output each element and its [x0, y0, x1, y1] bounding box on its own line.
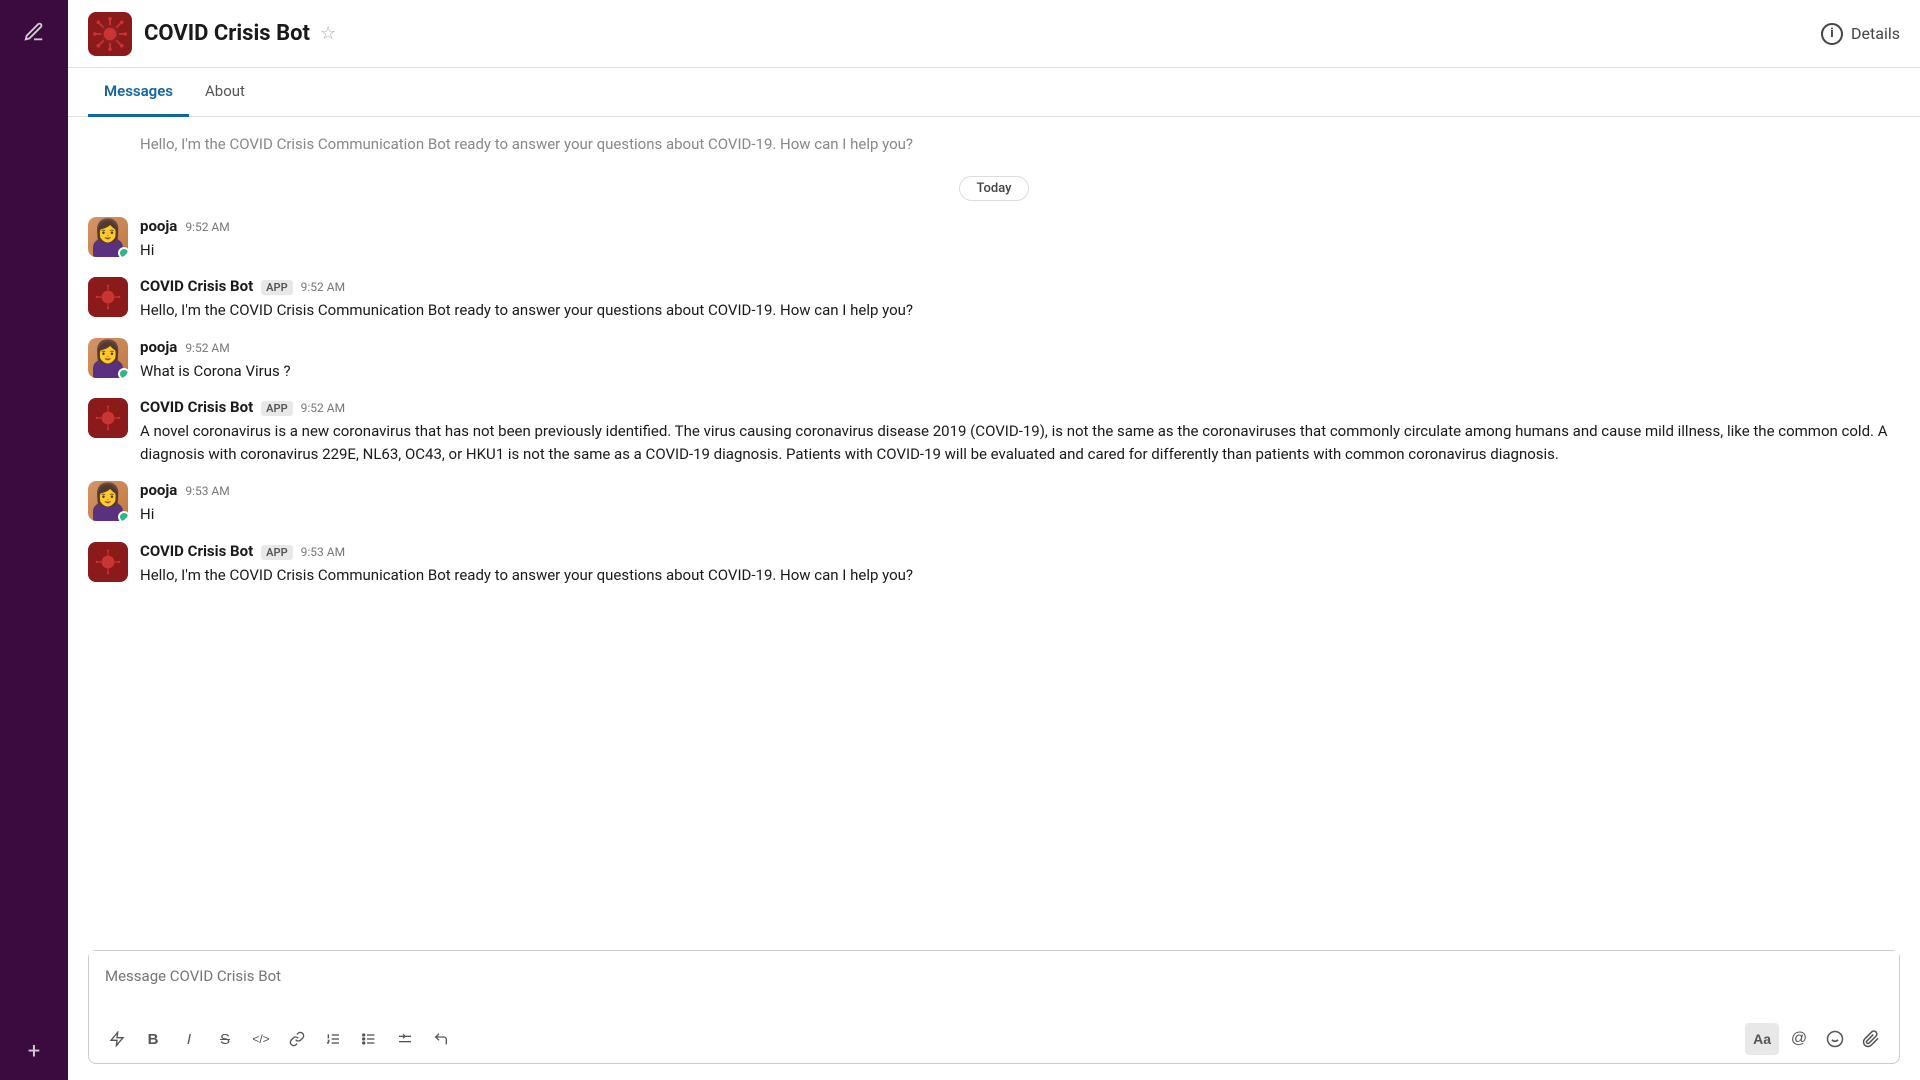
tab-bar: Messages About — [68, 68, 1920, 117]
chat-title: COVID Crisis Bot — [144, 21, 310, 46]
message-time: 9:53 AM — [301, 545, 345, 559]
message-input-area: B I S </> — [88, 950, 1900, 1064]
compose-button[interactable] — [14, 12, 54, 52]
attachment-button[interactable] — [1855, 1023, 1887, 1055]
message-author: COVID Crisis Bot — [140, 398, 253, 416]
message-author: pooja — [140, 217, 177, 235]
message-author: pooja — [140, 481, 177, 499]
tab-messages[interactable]: Messages — [88, 68, 189, 117]
app-badge: APP — [261, 280, 292, 295]
info-icon: i — [1821, 23, 1843, 45]
formatting-toolbar: B I S </> — [89, 1015, 1899, 1063]
indent-button[interactable] — [389, 1023, 421, 1055]
sidebar: + — [0, 0, 68, 1080]
avatar — [88, 481, 128, 521]
lightning-button[interactable] — [101, 1023, 133, 1055]
message-text: Hi — [140, 503, 1900, 526]
message-text: Hello, I'm the COVID Crisis Communicatio… — [140, 564, 1900, 587]
message-time: 9:52 AM — [301, 401, 345, 415]
ordered-list-button[interactable] — [317, 1023, 349, 1055]
message-time: 9:52 AM — [185, 341, 229, 355]
message-group: pooja 9:52 AM What is Corona Virus ? — [88, 338, 1900, 383]
message-time: 9:52 AM — [301, 280, 345, 294]
message-group: COVID Crisis Bot APP 9:53 AM Hello, I'm … — [88, 542, 1900, 587]
message-header: pooja 9:52 AM — [140, 217, 1900, 235]
message-content: pooja 9:52 AM What is Corona Virus ? — [140, 338, 1900, 383]
message-author: COVID Crisis Bot — [140, 542, 253, 560]
message-content: COVID Crisis Bot APP 9:52 AM Hello, I'm … — [140, 277, 1900, 322]
avatar — [88, 338, 128, 378]
tab-about[interactable]: About — [189, 68, 261, 117]
message-group: pooja 9:53 AM Hi — [88, 481, 1900, 526]
message-author: COVID Crisis Bot — [140, 277, 253, 295]
message-input[interactable] — [89, 951, 1899, 1011]
message-header: COVID Crisis Bot APP 9:53 AM — [140, 542, 1900, 560]
bullet-list-button[interactable] — [353, 1023, 385, 1055]
bold-button[interactable]: B — [137, 1023, 169, 1055]
message-group: COVID Crisis Bot APP 9:52 AM Hello, I'm … — [88, 277, 1900, 322]
message-text: What is Corona Virus ? — [140, 360, 1900, 383]
message-content: pooja 9:53 AM Hi — [140, 481, 1900, 526]
message-time: 9:52 AM — [185, 220, 229, 234]
message-header: COVID Crisis Bot APP 9:52 AM — [140, 277, 1900, 295]
date-badge: Today — [959, 176, 1028, 201]
message-header: pooja 9:53 AM — [140, 481, 1900, 499]
date-divider: Today — [88, 176, 1900, 201]
online-status — [118, 511, 128, 521]
message-group: COVID Crisis Bot APP 9:52 AM A novel cor… — [88, 398, 1900, 465]
message-header: COVID Crisis Bot APP 9:52 AM — [140, 398, 1900, 416]
app-badge: APP — [261, 401, 292, 416]
message-content: COVID Crisis Bot APP 9:52 AM A novel cor… — [140, 398, 1900, 465]
message-text: A novel coronavirus is a new coronavirus… — [140, 420, 1900, 465]
bot-avatar — [88, 277, 128, 317]
star-button[interactable]: ☆ — [320, 23, 336, 44]
online-status — [118, 368, 128, 378]
message-author: pooja — [140, 338, 177, 356]
message-text: Hi — [140, 239, 1900, 262]
add-workspace-button[interactable]: + — [28, 1039, 40, 1064]
code-button[interactable]: </> — [245, 1023, 277, 1055]
chat-header: COVID Crisis Bot ☆ i Details — [68, 0, 1920, 68]
faded-top-message: Hello, I'm the COVID Crisis Communicatio… — [88, 133, 1900, 164]
details-button[interactable]: i Details — [1821, 23, 1900, 45]
messages-area[interactable]: Hello, I'm the COVID Crisis Communicatio… — [68, 117, 1920, 942]
mention-button[interactable]: @ — [1783, 1023, 1815, 1055]
message-content: COVID Crisis Bot APP 9:53 AM Hello, I'm … — [140, 542, 1900, 587]
avatar — [88, 217, 128, 257]
bot-avatar — [88, 542, 128, 582]
italic-button[interactable]: I — [173, 1023, 205, 1055]
message-group: pooja 9:52 AM Hi — [88, 217, 1900, 262]
app-badge: APP — [261, 545, 292, 560]
strikethrough-button[interactable]: S — [209, 1023, 241, 1055]
text-format-button[interactable]: Aa — [1745, 1023, 1779, 1055]
message-text: Hello, I'm the COVID Crisis Communicatio… — [140, 299, 1900, 322]
bot-header-avatar — [88, 12, 132, 56]
message-header: pooja 9:52 AM — [140, 338, 1900, 356]
emoji-button[interactable] — [1819, 1023, 1851, 1055]
bot-avatar — [88, 398, 128, 438]
message-content: pooja 9:52 AM Hi — [140, 217, 1900, 262]
main-content: COVID Crisis Bot ☆ i Details Messages Ab… — [68, 0, 1920, 1080]
link-button[interactable] — [281, 1023, 313, 1055]
online-status — [118, 247, 128, 257]
message-time: 9:53 AM — [185, 484, 229, 498]
revert-button[interactable] — [425, 1023, 457, 1055]
